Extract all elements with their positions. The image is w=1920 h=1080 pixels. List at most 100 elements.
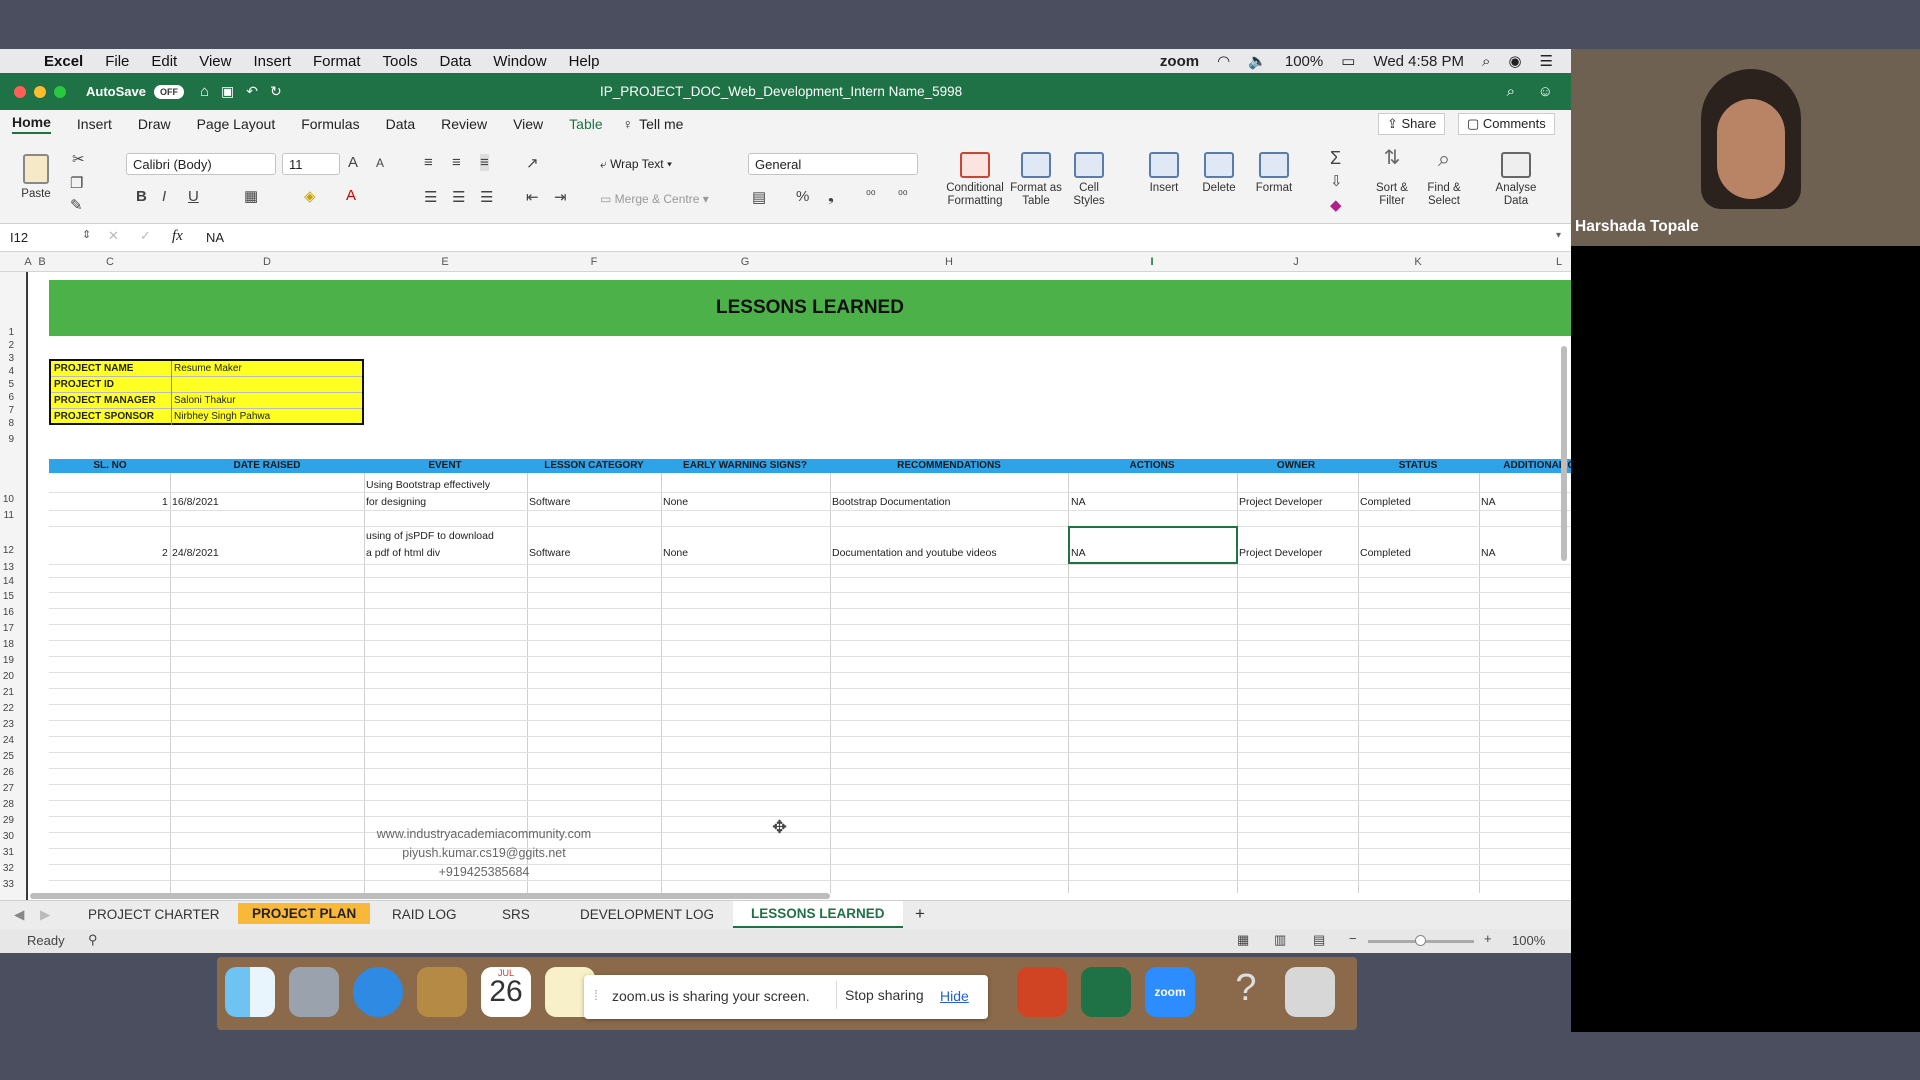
zoom-slider-thumb[interactable]	[1415, 935, 1426, 946]
column-header-f[interactable]: F	[591, 256, 598, 268]
stop-sharing-button[interactable]: Stop sharing	[836, 981, 932, 1009]
menu-view[interactable]: View	[199, 53, 231, 70]
row-header[interactable]: 30	[3, 831, 14, 842]
info-row[interactable]: PROJECT ID	[51, 377, 362, 393]
save-icon[interactable]: ▣	[221, 83, 234, 100]
format-painter-icon[interactable]: ✎	[70, 196, 83, 214]
row-header[interactable]: 16	[3, 607, 14, 618]
font-name-select[interactable]: Calibri (Body)	[126, 153, 276, 175]
clear-icon[interactable]: ◆	[1330, 196, 1342, 214]
autosave-toggle[interactable]: OFF	[153, 84, 184, 99]
borders-icon[interactable]: ▦	[244, 187, 258, 205]
info-row[interactable]: PROJECT MANAGER Saloni Thakur	[51, 393, 362, 409]
percent-style-icon[interactable]: %	[796, 188, 809, 205]
cell-event[interactable]: using of jsPDF to download a pdf of html…	[366, 528, 494, 562]
sheet-tab-srs[interactable]: SRS	[502, 907, 530, 922]
vertical-scrollbar[interactable]	[1561, 346, 1567, 561]
orientation-icon[interactable]: ↗	[526, 154, 539, 172]
header-sl-no[interactable]: SL. NO	[93, 460, 126, 471]
align-center-icon[interactable]: ☰	[452, 188, 465, 206]
info-row[interactable]: PROJECT SPONSOR Nirbhey Singh Pahwa	[51, 409, 362, 425]
name-box-stepper-icon[interactable]: ⇕	[82, 228, 91, 241]
column-header-b[interactable]: B	[38, 256, 45, 268]
header-date-raised[interactable]: DATE RAISED	[233, 460, 300, 471]
calendar-icon[interactable]: JUL 26	[481, 967, 531, 1017]
column-header-c[interactable]: C	[106, 256, 114, 268]
column-header-i[interactable]: I	[1150, 256, 1153, 268]
row-header[interactable]: 4	[8, 366, 14, 377]
zoom-percent[interactable]: 100%	[1512, 933, 1545, 948]
sheet-tab-project-plan[interactable]: PROJECT PLAN	[238, 903, 371, 924]
trash-icon[interactable]	[1285, 967, 1335, 1017]
header-early-warning-signs[interactable]: EARLY WARNING SIGNS?	[683, 460, 807, 471]
row-header[interactable]: 18	[3, 639, 14, 650]
row-header[interactable]: 11	[4, 510, 14, 521]
cell-early-warning[interactable]: None	[663, 547, 688, 559]
zoom-status[interactable]: zoom	[1160, 53, 1199, 70]
copy-icon[interactable]: ❐	[70, 174, 83, 192]
column-header-d[interactable]: D	[263, 256, 271, 268]
comments-button[interactable]: ▢ Comments	[1458, 113, 1555, 135]
increase-font-icon[interactable]: A	[348, 154, 358, 171]
help-question-icon[interactable]: ?	[1221, 967, 1271, 1017]
cell-styles-button[interactable]: Cell Styles	[1064, 152, 1114, 208]
safari-icon[interactable]	[353, 967, 403, 1017]
italic-icon[interactable]: I	[162, 188, 166, 205]
row-header[interactable]: 2	[8, 340, 14, 351]
page-layout-view-icon[interactable]: ▥	[1274, 932, 1286, 948]
row-header[interactable]: 26	[3, 767, 14, 778]
row-header[interactable]: 28	[3, 799, 14, 810]
header-event[interactable]: EVENT	[428, 460, 461, 471]
align-right-icon[interactable]: ☰	[480, 188, 493, 206]
autosum-icon[interactable]: Σ	[1330, 148, 1341, 169]
conditional-formatting-button[interactable]: Conditional Formatting	[942, 152, 1008, 208]
tab-data[interactable]: Data	[386, 116, 416, 132]
tab-page-layout[interactable]: Page Layout	[197, 116, 276, 132]
row-header[interactable]: 7	[8, 405, 14, 416]
column-header-e[interactable]: E	[441, 256, 448, 268]
cell-lesson-category[interactable]: Software	[529, 547, 570, 559]
lessons-learned-banner[interactable]: LESSONS LEARNED	[49, 280, 1571, 336]
row-header[interactable]: 5	[8, 379, 14, 390]
row-header[interactable]: 8	[8, 418, 14, 429]
zoom-app-icon[interactable]: zoom	[1145, 967, 1195, 1017]
cell-date-raised[interactable]: 16/8/2021	[172, 496, 219, 508]
menu-insert[interactable]: Insert	[253, 53, 291, 70]
header-status[interactable]: STATUS	[1399, 460, 1438, 471]
increase-indent-icon[interactable]: ⇥	[554, 188, 567, 206]
cell-date-raised[interactable]: 24/8/2021	[172, 547, 219, 559]
home-icon[interactable]: ⌂	[200, 83, 209, 100]
fill-color-icon[interactable]: ◈	[304, 187, 316, 205]
row-header[interactable]: 10	[3, 494, 14, 505]
redo-icon[interactable]: ↻	[270, 83, 282, 100]
accounting-format-icon[interactable]: ▤	[752, 188, 766, 206]
siri-icon[interactable]: ◉	[1508, 52, 1521, 70]
header-owner[interactable]: OWNER	[1277, 460, 1315, 471]
cell-recommendation[interactable]: Bootstrap Documentation	[832, 496, 950, 508]
column-header-j[interactable]: J	[1293, 256, 1299, 268]
selected-cell-i12[interactable]	[1068, 526, 1238, 564]
sort-filter-button[interactable]: ⇅ Sort & Filter	[1366, 148, 1418, 208]
row-header[interactable]: 19	[3, 655, 14, 666]
number-format-select[interactable]: General	[748, 153, 918, 175]
row-header[interactable]: 9	[8, 434, 14, 445]
confirm-entry-icon[interactable]: ✓	[140, 228, 151, 244]
wifi-icon[interactable]: ◠	[1217, 52, 1230, 70]
cell-sl-no[interactable]: 2	[162, 547, 168, 559]
close-window-button[interactable]	[14, 85, 26, 98]
minimize-window-button[interactable]	[34, 85, 46, 98]
cell-owner[interactable]: Project Developer	[1239, 547, 1322, 559]
format-as-table-button[interactable]: Format as Table	[1008, 152, 1064, 208]
row-header[interactable]: 20	[3, 671, 14, 682]
zoom-in-button[interactable]: +	[1484, 931, 1492, 946]
fill-icon[interactable]: ⇩	[1330, 172, 1343, 190]
scroll-tabs-right-icon[interactable]: ▶	[40, 907, 50, 923]
column-header-k[interactable]: K	[1414, 256, 1421, 268]
find-select-button[interactable]: ⌕ Find & Select	[1418, 148, 1470, 208]
align-middle-icon[interactable]: ≡	[452, 154, 461, 171]
row-header[interactable]: 1	[8, 327, 14, 338]
zoom-video-tile[interactable]: Harshada Topale	[1571, 49, 1920, 246]
control-center-icon[interactable]: ☰	[1540, 52, 1553, 70]
format-cells-button[interactable]: Format	[1248, 152, 1300, 195]
tab-review[interactable]: Review	[441, 116, 487, 132]
